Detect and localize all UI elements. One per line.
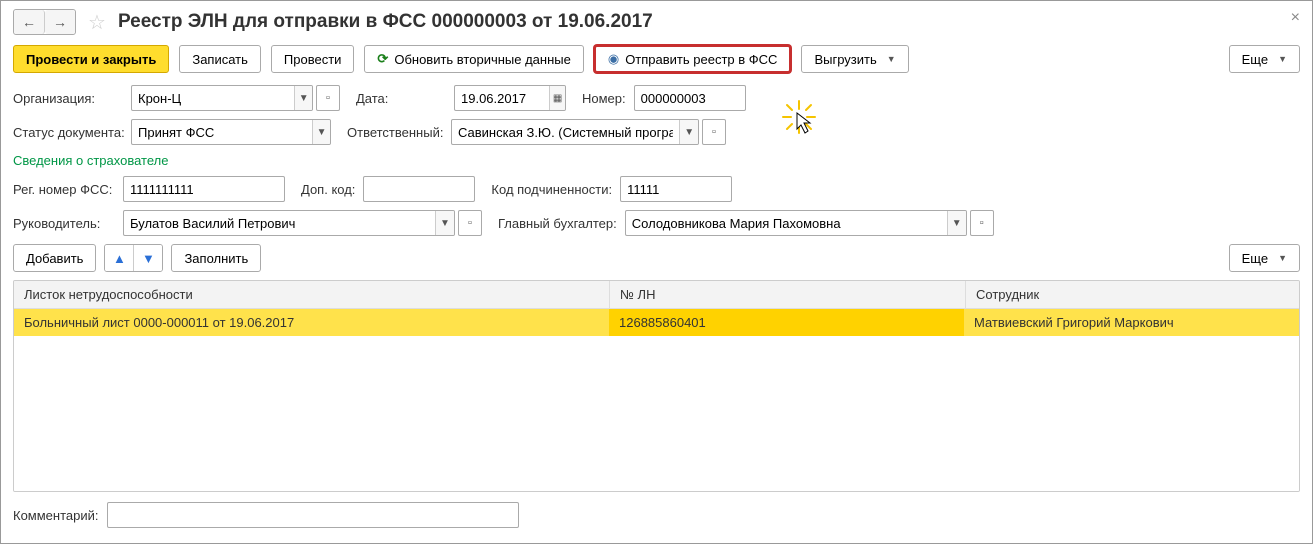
dop-code-field[interactable] bbox=[363, 176, 475, 202]
dropdown-icon[interactable]: ▼ bbox=[679, 120, 698, 144]
head-label: Руководитель: bbox=[13, 216, 115, 231]
sub-code-label: Код подчиненности: bbox=[491, 182, 612, 197]
open-icon[interactable]: ▫ bbox=[316, 85, 340, 111]
date-field[interactable]: ▦ bbox=[454, 85, 566, 111]
org-label: Организация: bbox=[13, 91, 123, 106]
comment-label: Комментарий: bbox=[13, 508, 99, 523]
page-title: Реестр ЭЛН для отправки в ФСС 000000003 … bbox=[118, 11, 653, 33]
col-number[interactable]: № ЛН bbox=[610, 281, 966, 308]
comment-input[interactable] bbox=[108, 508, 518, 523]
post-button[interactable]: Провести bbox=[271, 45, 355, 73]
move-buttons: ▲ ▼ bbox=[104, 244, 163, 272]
number-label: Номер: bbox=[582, 91, 626, 106]
reg-fss-input[interactable] bbox=[124, 182, 284, 197]
table-row[interactable]: Больничный лист 0000-000011 от 19.06.201… bbox=[14, 309, 1299, 336]
status-label: Статус документа: bbox=[13, 125, 123, 140]
post-and-close-button[interactable]: Провести и закрыть bbox=[13, 45, 169, 73]
date-label: Дата: bbox=[356, 91, 446, 106]
accountant-label: Главный бухгалтер: bbox=[498, 216, 617, 231]
number-input[interactable] bbox=[635, 91, 745, 106]
refresh-secondary-button[interactable]: ⟳ Обновить вторичные данные bbox=[364, 45, 583, 73]
responsible-field[interactable]: ▼ bbox=[451, 119, 699, 145]
dropdown-icon[interactable]: ▼ bbox=[435, 211, 454, 235]
cell-employee: Матвиевский Григорий Маркович bbox=[964, 309, 1299, 336]
dropdown-icon[interactable]: ▼ bbox=[312, 120, 330, 144]
dropdown-icon[interactable]: ▼ bbox=[294, 86, 312, 110]
comment-field[interactable] bbox=[107, 502, 519, 528]
save-button[interactable]: Записать bbox=[179, 45, 261, 73]
table-header: Листок нетрудоспособности № ЛН Сотрудник bbox=[14, 281, 1299, 309]
responsible-input[interactable] bbox=[452, 125, 679, 140]
dop-code-label: Доп. код: bbox=[301, 182, 355, 197]
document-window: ← → ☆ Реестр ЭЛН для отправки в ФСС 0000… bbox=[0, 0, 1313, 544]
sub-code-input[interactable] bbox=[621, 182, 731, 197]
move-down-button[interactable]: ▼ bbox=[134, 245, 162, 271]
sick-leave-table: Листок нетрудоспособности № ЛН Сотрудник… bbox=[13, 280, 1300, 492]
dropdown-icon[interactable]: ▼ bbox=[947, 211, 966, 235]
date-input[interactable] bbox=[455, 91, 549, 106]
open-icon[interactable]: ▫ bbox=[702, 119, 726, 145]
more-label: Еще bbox=[1242, 251, 1268, 266]
table-more-button[interactable]: Еще ▼ bbox=[1229, 244, 1300, 272]
add-button[interactable]: Добавить bbox=[13, 244, 96, 272]
reg-fss-label: Рег. номер ФСС: bbox=[13, 182, 115, 197]
open-icon[interactable]: ▫ bbox=[458, 210, 482, 236]
export-button[interactable]: Выгрузить ▼ bbox=[801, 45, 908, 73]
reg-fss-field[interactable] bbox=[123, 176, 285, 202]
accountant-input[interactable] bbox=[626, 216, 947, 231]
nav-buttons: ← → bbox=[13, 9, 76, 35]
chevron-down-icon: ▼ bbox=[887, 54, 896, 64]
refresh-label: Обновить вторичные данные bbox=[394, 52, 571, 67]
cell-number: 126885860401 bbox=[609, 309, 964, 336]
send-register-button[interactable]: ◉ Отправить реестр в ФСС bbox=[594, 45, 792, 73]
head-input[interactable] bbox=[124, 216, 435, 231]
table-body: Больничный лист 0000-000011 от 19.06.201… bbox=[14, 309, 1299, 491]
col-sick-leave[interactable]: Листок нетрудоспособности bbox=[14, 281, 610, 308]
move-up-button[interactable]: ▲ bbox=[105, 245, 134, 271]
head-field[interactable]: ▼ bbox=[123, 210, 455, 236]
more-label: Еще bbox=[1242, 52, 1268, 67]
fill-button[interactable]: Заполнить bbox=[171, 244, 261, 272]
open-icon[interactable]: ▫ bbox=[970, 210, 994, 236]
forward-button[interactable]: → bbox=[45, 10, 75, 34]
responsible-label: Ответственный: bbox=[347, 125, 443, 140]
send-label: Отправить реестр в ФСС bbox=[625, 52, 777, 67]
refresh-icon: ⟳ bbox=[377, 51, 388, 67]
insurer-section-title: Сведения о страхователе bbox=[13, 153, 1300, 168]
chevron-down-icon: ▼ bbox=[1278, 54, 1287, 64]
org-input[interactable] bbox=[132, 91, 294, 106]
export-label: Выгрузить bbox=[814, 52, 876, 67]
chevron-down-icon: ▼ bbox=[1278, 253, 1287, 263]
title-bar: ← → ☆ Реестр ЭЛН для отправки в ФСС 0000… bbox=[13, 9, 1300, 35]
more-button[interactable]: Еще ▼ bbox=[1229, 45, 1300, 73]
col-employee[interactable]: Сотрудник bbox=[966, 281, 1299, 308]
dop-code-input[interactable] bbox=[364, 182, 474, 197]
sub-code-field[interactable] bbox=[620, 176, 732, 202]
cell-sick-leave: Больничный лист 0000-000011 от 19.06.201… bbox=[14, 309, 609, 336]
favorite-star-icon[interactable]: ☆ bbox=[88, 10, 106, 35]
status-field[interactable]: ▼ bbox=[131, 119, 331, 145]
close-icon[interactable]: × bbox=[1291, 9, 1300, 27]
number-field[interactable] bbox=[634, 85, 746, 111]
main-toolbar: Провести и закрыть Записать Провести ⟳ О… bbox=[13, 45, 1300, 73]
accountant-field[interactable]: ▼ bbox=[625, 210, 967, 236]
status-input[interactable] bbox=[132, 125, 312, 140]
back-button[interactable]: ← bbox=[14, 10, 45, 34]
calendar-icon[interactable]: ▦ bbox=[549, 86, 565, 110]
globe-icon: ◉ bbox=[608, 51, 619, 67]
org-field[interactable]: ▼ bbox=[131, 85, 313, 111]
